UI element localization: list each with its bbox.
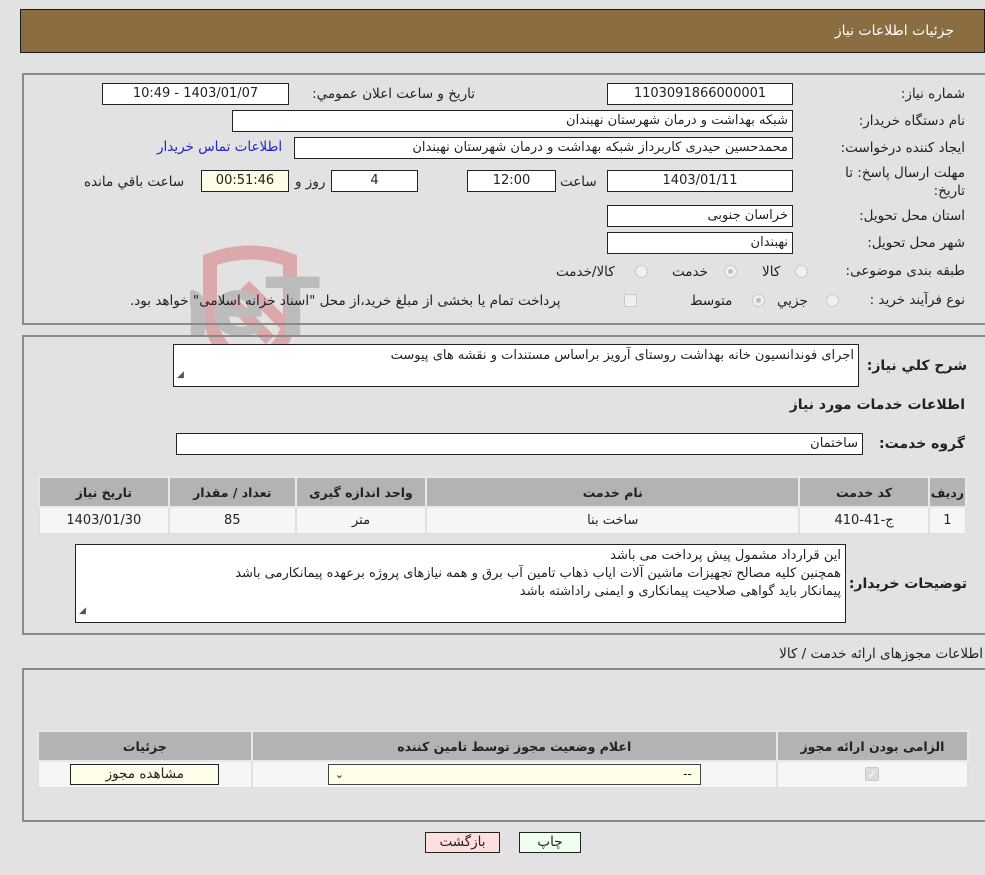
cell-need-date: 1403/01/30 — [38, 506, 170, 535]
buyer-note-line: این قرارداد مشمول پیش پرداخت می باشد — [610, 548, 841, 563]
days-remaining-field[interactable]: 4 — [331, 170, 418, 192]
license-required-checkbox[interactable]: ✓ — [865, 767, 880, 781]
service-group-label: گروه خدمت: — [879, 436, 965, 452]
treasury-note: پرداخت تمام يا بخشی از مبلغ خريد،از محل … — [130, 293, 561, 309]
buyer-contact-link[interactable]: اطلاعات تماس خريدار — [157, 139, 282, 155]
resize-grip-icon[interactable]: ◢ — [79, 602, 86, 620]
treasury-checkbox[interactable] — [624, 294, 637, 307]
province-label: استان محل تحويل: — [859, 208, 965, 224]
col-row: رديف — [927, 476, 968, 508]
services-table: رديف کد خدمت نام خدمت واحد اندازه گيری ت… — [38, 476, 968, 535]
cell-service-name: ساخت بنا — [425, 506, 801, 535]
view-license-button[interactable]: مشاهده مجوز — [70, 764, 220, 785]
deadline-label-2: تاريخ: — [933, 183, 965, 199]
category-service-label: خدمت — [672, 264, 708, 280]
process-minor-label: جزيي — [777, 293, 808, 309]
buyer-org-field[interactable]: شبکه بهداشت و درمان شهرستان نهبندان — [232, 110, 793, 132]
col-need-date: تاريخ نياز — [38, 476, 170, 508]
cell-quantity: 85 — [167, 506, 297, 535]
service-group-field[interactable]: ساختمان — [176, 433, 863, 455]
announce-date-field[interactable]: 1403/01/07 - 10:49 — [102, 83, 289, 105]
services-heading: اطلاعات خدمات مورد نياز — [789, 397, 965, 413]
license-status-value: -- — [683, 767, 692, 781]
col-service-name: نام خدمت — [425, 476, 801, 508]
deadline-time-field[interactable]: 12:00 — [467, 170, 556, 192]
category-goods-service-radio[interactable] — [635, 265, 648, 278]
process-minor-radio[interactable] — [826, 294, 839, 307]
deadline-date-field[interactable]: 1403/01/11 — [607, 170, 793, 192]
licenses-table: الزامی بودن ارائه مجوز اعلام وضعیت مجوز … — [37, 730, 970, 789]
buyer-org-label: نام دستگاه خريدار: — [858, 113, 965, 129]
col-unit: واحد اندازه گيری — [294, 476, 428, 508]
city-label: شهر محل تحويل: — [867, 235, 965, 251]
licenses-table-header: الزامی بودن ارائه مجوز اعلام وضعیت مجوز … — [37, 730, 970, 762]
process-medium-label: متوسط — [690, 293, 733, 309]
need-number-field[interactable]: 1103091866000001 — [607, 83, 793, 105]
category-service-radio[interactable] — [724, 265, 737, 278]
deadline-time-label: ساعت — [560, 174, 597, 190]
license-status-select[interactable]: -- ⌄ — [327, 764, 701, 785]
cell-license-status: -- ⌄ — [250, 760, 778, 789]
cell-unit: متر — [294, 506, 428, 535]
services-table-header: رديف کد خدمت نام خدمت واحد اندازه گيری ت… — [38, 476, 968, 508]
page-title: جزئیات اطلاعات نیاز — [834, 23, 954, 39]
city-field[interactable]: نهبندان — [607, 232, 793, 254]
col-service-code: کد خدمت — [798, 476, 930, 508]
licenses-heading: اطلاعات مجوزهای ارائه خدمت / کالا — [779, 646, 983, 662]
buyer-notes-label: توضيحات خريدار: — [848, 576, 967, 592]
announce-date-label: تاريخ و ساعت اعلان عمومي: — [312, 86, 475, 102]
buyer-notes-textarea[interactable]: این قرارداد مشمول پیش پرداخت می باشد همچ… — [75, 544, 846, 623]
need-number-label: شماره نیاز: — [900, 86, 965, 102]
category-label: طبقه بندی موضوعی: — [845, 263, 965, 279]
remaining-time-field[interactable]: 00:51:46 — [201, 170, 289, 192]
col-quantity: تعداد / مقدار — [167, 476, 297, 508]
cell-service-code: ج-41-410 — [798, 506, 930, 535]
table-row: ✓ -- ⌄ مشاهده مجوز — [37, 760, 970, 789]
cell-license-details: مشاهده مجوز — [37, 760, 253, 789]
remaining-label: ساعت باقي مانده — [84, 174, 185, 190]
category-goods-label: کالا — [762, 264, 781, 280]
col-license-status: اعلام وضعیت مجوز توسط تامین کننده — [250, 730, 778, 762]
description-text: اجرای فوندانسیون خانه بهداشت روستای آروی… — [390, 348, 854, 363]
days-label: روز و — [295, 174, 326, 190]
deadline-label-1: مهلت ارسال پاسخ: تا — [845, 165, 965, 181]
col-license-required: الزامی بودن ارائه مجوز — [775, 730, 970, 762]
print-button[interactable]: چاپ — [519, 832, 581, 853]
requester-label: ايجاد کننده درخواست: — [840, 140, 965, 156]
col-license-details: جزئيات — [37, 730, 253, 762]
process-label: نوع فرآیند خريد : — [869, 292, 965, 308]
description-label: شرح کلي نياز: — [866, 358, 967, 374]
requester-field[interactable]: محمدحسین حیدری کاربرداز شبکه بهداشت و در… — [294, 137, 793, 159]
resize-grip-icon[interactable]: ◢ — [177, 366, 184, 384]
category-goods-service-label: کالا/خدمت — [556, 264, 615, 280]
buyer-note-line: پیمانکار باید گواهی صلاحیت پیمانکاری و ا… — [519, 584, 841, 599]
back-button[interactable]: بازگشت — [425, 832, 500, 853]
page-header: جزئیات اطلاعات نیاز — [20, 9, 985, 53]
table-row: 1 ج-41-410 ساخت بنا متر 85 1403/01/30 — [38, 506, 968, 535]
chevron-down-icon: ⌄ — [334, 768, 344, 781]
cell-license-required: ✓ — [775, 760, 970, 789]
cell-row: 1 — [927, 506, 968, 535]
category-goods-radio[interactable] — [795, 265, 808, 278]
province-field[interactable]: خراسان جنوبی — [607, 205, 793, 227]
buyer-note-line: همچنین کلیه مصالح تجهیزات ماشین آلات ایا… — [235, 566, 841, 581]
process-medium-radio[interactable] — [752, 294, 765, 307]
description-textarea[interactable]: اجرای فوندانسیون خانه بهداشت روستای آروی… — [173, 344, 859, 387]
